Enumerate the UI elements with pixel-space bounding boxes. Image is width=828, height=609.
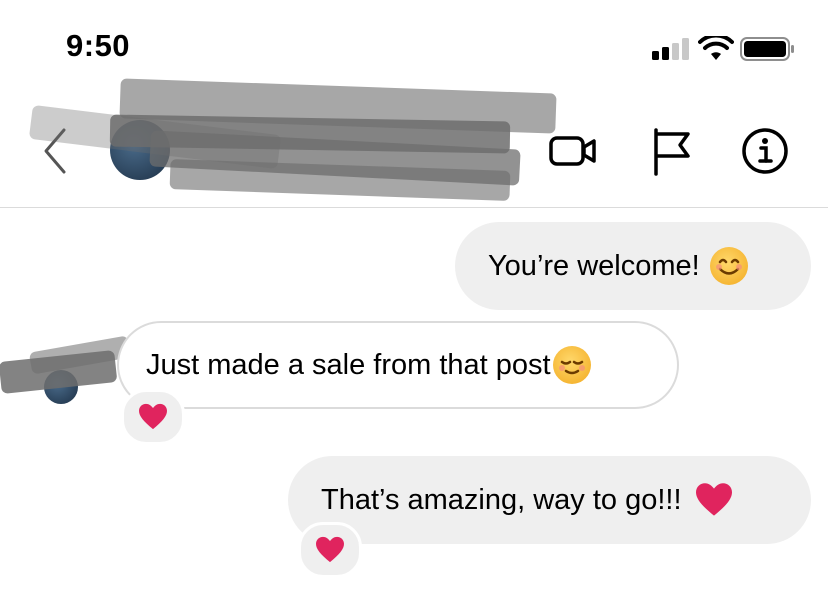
header-divider xyxy=(0,207,828,208)
message-bubble-sent[interactable]: That’s amazing, way to go!!! xyxy=(288,456,811,544)
red-heart-icon xyxy=(316,536,344,563)
report-flag-button[interactable] xyxy=(648,126,698,176)
status-time: 9:50 xyxy=(66,28,131,63)
red-heart-icon xyxy=(139,403,167,430)
relieved-face-icon xyxy=(552,346,591,384)
info-icon xyxy=(742,128,788,174)
video-camera-icon xyxy=(549,136,596,166)
battery-icon xyxy=(740,36,796,62)
smiling-face-icon xyxy=(709,247,748,285)
message-reaction[interactable] xyxy=(298,522,362,578)
red-heart-icon xyxy=(694,482,734,518)
message-text: Just made a sale from that post xyxy=(146,348,551,381)
cellular-signal-icon xyxy=(652,38,692,60)
video-call-button[interactable] xyxy=(548,126,598,176)
message-text: That’s amazing, way to go!!! xyxy=(321,483,682,516)
message-bubble-received[interactable]: Just made a sale from that post xyxy=(117,321,679,409)
message-reaction[interactable] xyxy=(121,389,185,445)
message-bubble-sent[interactable]: You’re welcome! xyxy=(455,222,811,310)
message-text: You’re welcome! xyxy=(488,249,700,282)
info-button[interactable] xyxy=(740,126,790,176)
flag-icon xyxy=(654,128,690,176)
wifi-icon xyxy=(698,33,734,62)
